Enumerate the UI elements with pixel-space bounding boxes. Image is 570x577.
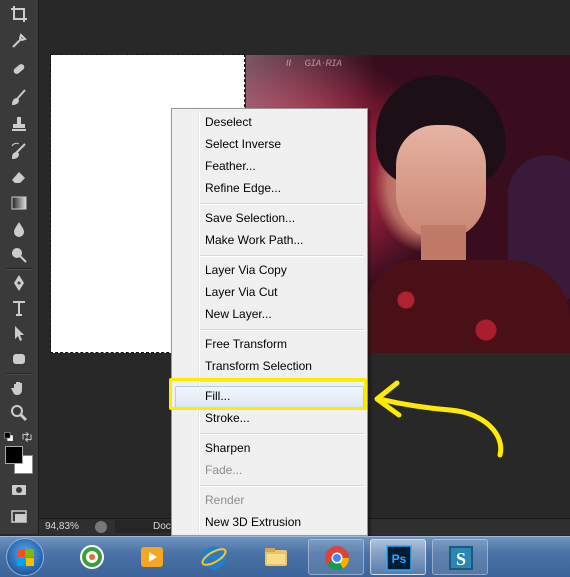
menu-item-feather[interactable]: Feather... bbox=[205, 156, 256, 176]
gradient-icon[interactable] bbox=[4, 192, 34, 214]
tools-panel bbox=[0, 0, 39, 534]
type-icon[interactable] bbox=[4, 297, 34, 319]
quick-mask-icon[interactable] bbox=[4, 479, 34, 501]
crop-icon[interactable] bbox=[4, 3, 34, 25]
brush-icon[interactable] bbox=[4, 86, 34, 108]
clone-stamp-icon[interactable] bbox=[4, 113, 34, 135]
menu-divider bbox=[200, 433, 363, 435]
menu-item-layer-via-cut[interactable]: Layer Via Cut bbox=[205, 282, 278, 302]
dodge-icon[interactable] bbox=[4, 244, 34, 266]
zoom-level[interactable]: 94,83% bbox=[45, 521, 79, 532]
menu-item-fade: Fade... bbox=[205, 463, 243, 477]
menu-divider bbox=[200, 203, 363, 205]
default-colors-icon[interactable] bbox=[2, 426, 16, 448]
history-brush-icon[interactable] bbox=[4, 140, 34, 162]
menu-item-select-inverse[interactable]: Select Inverse bbox=[205, 134, 281, 154]
eyedropper-icon[interactable] bbox=[4, 30, 34, 52]
zoom-icon[interactable] bbox=[4, 402, 34, 424]
path-selection-icon[interactable] bbox=[4, 322, 34, 344]
eraser-icon[interactable] bbox=[4, 166, 34, 188]
menu-item-save-selection[interactable]: Save Selection... bbox=[205, 208, 295, 228]
chrome-icon[interactable] bbox=[308, 539, 364, 575]
menu-item-new-3d-extrusion[interactable]: New 3D Extrusion bbox=[205, 512, 301, 532]
doc-info[interactable]: Doc bbox=[153, 521, 171, 532]
taskbar: Ps S bbox=[0, 536, 570, 577]
media-player-icon[interactable] bbox=[124, 539, 180, 575]
hand-icon[interactable] bbox=[4, 377, 34, 399]
menu-item-sharpen[interactable]: Sharpen bbox=[205, 438, 250, 458]
menu-item-stroke[interactable]: Stroke... bbox=[205, 408, 250, 428]
menu-item-refine-edge[interactable]: Refine Edge... bbox=[205, 178, 281, 198]
photoshop-icon[interactable]: Ps bbox=[370, 539, 426, 575]
menu-divider bbox=[200, 329, 363, 331]
menu-item-layer-via-copy[interactable]: Layer Via Copy bbox=[205, 260, 287, 280]
swap-colors-icon[interactable] bbox=[20, 426, 34, 448]
annotation-highlight-box bbox=[169, 378, 367, 410]
pen-icon[interactable] bbox=[4, 272, 34, 294]
menu-divider bbox=[200, 485, 363, 487]
internet-explorer-icon[interactable] bbox=[186, 539, 242, 575]
menu-item-new-layer[interactable]: New Layer... bbox=[205, 304, 272, 324]
file-explorer-icon[interactable] bbox=[248, 539, 304, 575]
windows-start-icon[interactable] bbox=[6, 538, 44, 576]
menu-item-free-transform[interactable]: Free Transform bbox=[205, 334, 287, 354]
s-app-icon[interactable]: S bbox=[432, 539, 488, 575]
context-menu: Deselect Select Inverse Feather... Refin… bbox=[171, 108, 368, 536]
menu-item-deselect[interactable]: Deselect bbox=[205, 112, 252, 132]
menu-divider bbox=[200, 255, 363, 257]
shape-icon[interactable] bbox=[4, 348, 34, 370]
foreground-color-swatch-top bbox=[5, 446, 23, 464]
coccoc-browser-icon[interactable] bbox=[64, 539, 120, 575]
s-label: S bbox=[456, 549, 466, 569]
menu-item-transform-selection[interactable]: Transform Selection bbox=[205, 356, 312, 376]
menu-gutter bbox=[198, 111, 200, 533]
healing-brush-icon[interactable] bbox=[4, 58, 34, 80]
menu-item-make-work-path[interactable]: Make Work Path... bbox=[205, 230, 303, 250]
blur-icon[interactable] bbox=[4, 218, 34, 240]
screen-mode-icon[interactable] bbox=[4, 506, 34, 528]
ps-label: Ps bbox=[392, 552, 407, 566]
annotation-arrow-icon bbox=[374, 380, 504, 458]
menu-item-render: Render bbox=[205, 493, 245, 507]
status-info-icon[interactable] bbox=[95, 521, 107, 533]
